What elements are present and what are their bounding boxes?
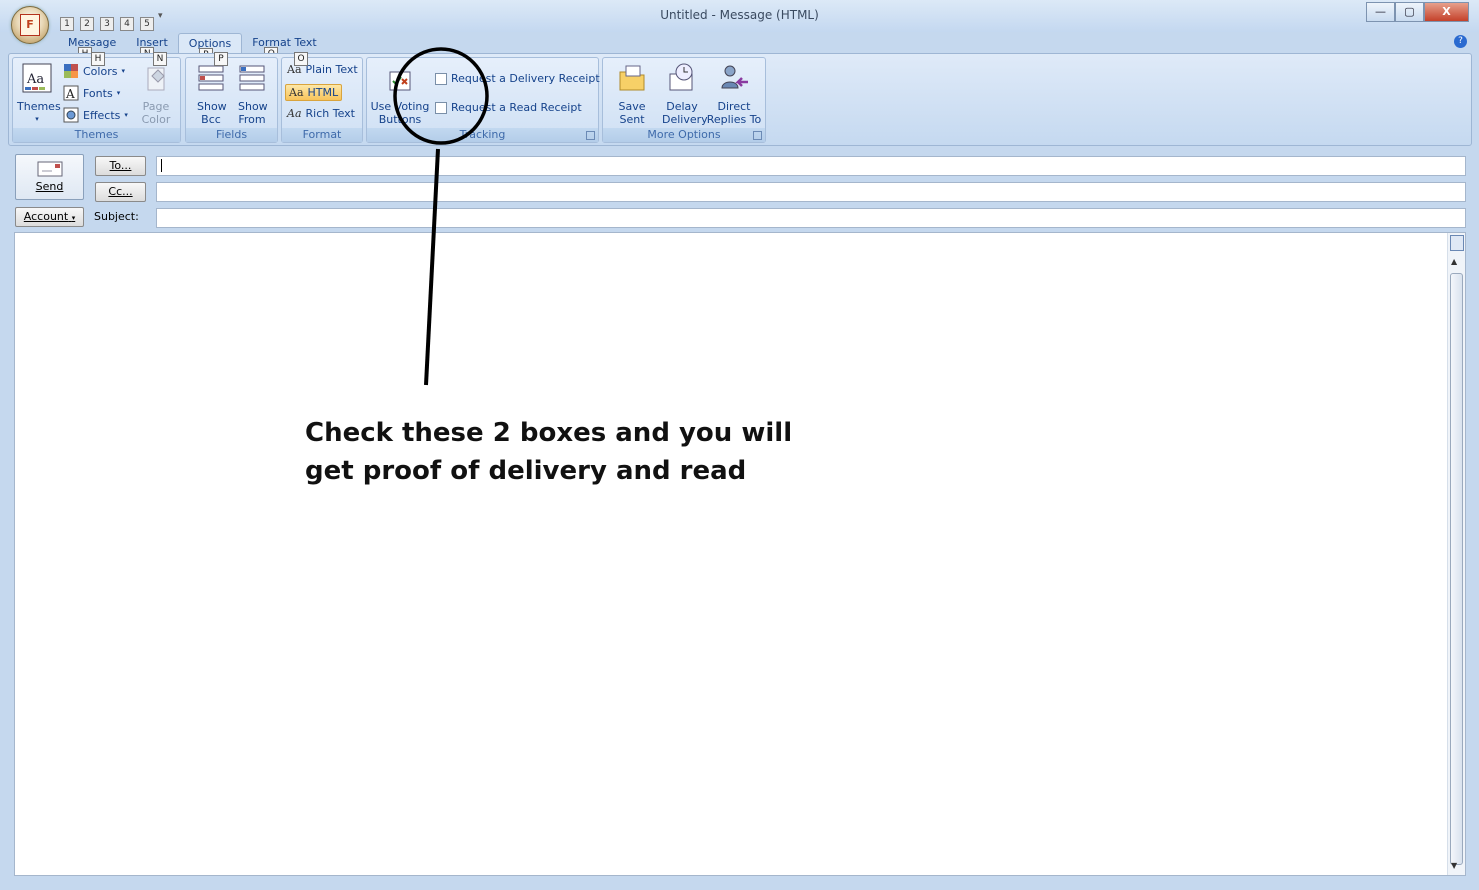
annotation-text: Check these 2 boxes and you will get pro… [305, 414, 792, 490]
annotation-circle [393, 47, 489, 145]
annotation-line-2: get proof of delivery and read [305, 456, 747, 486]
annotation-line [424, 148, 440, 386]
annotation-line-1: Check these 2 boxes and you will [305, 418, 793, 448]
